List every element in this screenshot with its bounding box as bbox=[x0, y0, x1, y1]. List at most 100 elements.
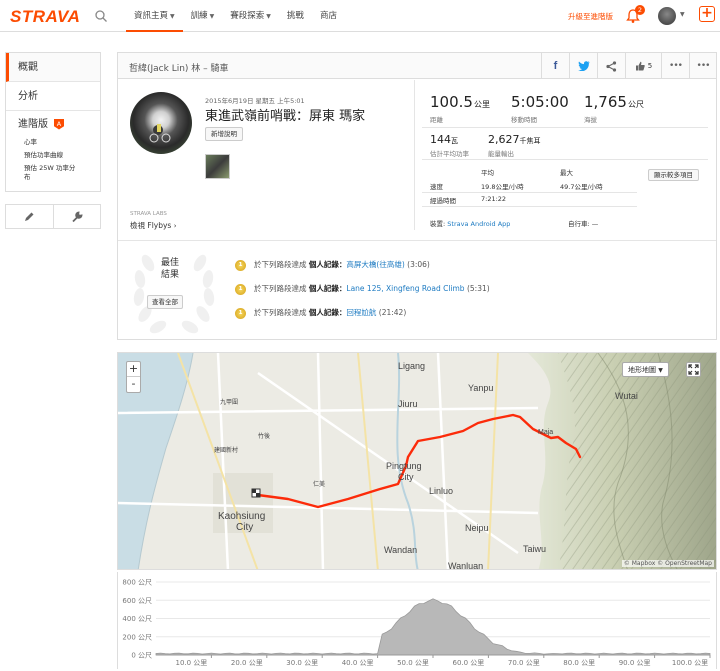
more-options-icon: ••• bbox=[696, 61, 711, 71]
x-tick-label: 10.0 公里 bbox=[175, 659, 207, 667]
stat-moving-time-label: 移動時間 bbox=[511, 116, 537, 124]
device-link[interactable]: Strava Android App bbox=[447, 220, 510, 228]
share-facebook-button[interactable]: f bbox=[541, 53, 569, 79]
divider bbox=[422, 206, 637, 207]
map-type-dropdown[interactable]: 地形地圖 ▼ bbox=[622, 362, 669, 377]
map-label: Taiwu bbox=[523, 544, 547, 554]
chevron-down-icon: ▼ bbox=[658, 367, 663, 374]
map-label: City bbox=[236, 522, 254, 533]
nav-store[interactable]: 商店 bbox=[312, 0, 345, 32]
segment-link[interactable]: 高屏大橋(往高雄) bbox=[346, 260, 404, 269]
route-map[interactable]: Ligang Yanpu Jiuru Wutai Pingtung City L… bbox=[117, 352, 717, 570]
sidebar-item-overview[interactable]: 概觀 bbox=[6, 53, 100, 82]
view-all-button[interactable]: 查看全部 bbox=[147, 295, 183, 309]
sidebar-subitem-heartrate[interactable]: 心率 bbox=[6, 138, 100, 147]
map-label: Jiuru bbox=[398, 399, 418, 409]
nav-training[interactable]: 訓練 ▼ bbox=[183, 0, 223, 32]
show-more-button[interactable]: 顯示較多項目 bbox=[648, 169, 699, 181]
add-description-button[interactable]: 新增說明 bbox=[205, 127, 243, 141]
activity-header-title: 哲緯(Jack Lin) 林 – 騎車 bbox=[129, 64, 229, 74]
y-tick-label: 800 公尺 bbox=[122, 579, 152, 587]
chevron-down-icon[interactable]: ▼ bbox=[680, 11, 685, 18]
elevation-chart: 800 公尺 600 公尺 400 公尺 200 公尺 0 公尺 10.0 公里 20.0 … bbox=[122, 579, 711, 667]
premium-shield-icon: A bbox=[54, 118, 64, 130]
stat-energy-label: 能量輸出 bbox=[488, 150, 514, 158]
share-twitter-button[interactable] bbox=[569, 53, 597, 79]
stat-distance-label: 距離 bbox=[430, 116, 443, 124]
chevron-down-icon: ▼ bbox=[209, 13, 215, 20]
sidebar-item-analysis[interactable]: 分析 bbox=[6, 82, 100, 111]
energy-value: 2,627 bbox=[488, 133, 520, 146]
nav-dashboard[interactable]: 資訊主頁 ▼ bbox=[126, 0, 183, 32]
notification-badge: 2 bbox=[635, 5, 645, 15]
kudos-button[interactable]: 5 bbox=[625, 53, 661, 79]
more-actions-button[interactable]: ••• bbox=[661, 53, 689, 79]
pr-label: 個人記錄： bbox=[308, 260, 347, 269]
card-header: 哲緯(Jack Lin) 林 – 騎車 f 5 ••• ••• bbox=[118, 53, 716, 79]
share-button[interactable] bbox=[597, 53, 625, 79]
chevron-right-icon: › bbox=[173, 222, 177, 230]
distance-unit: 公里 bbox=[473, 100, 490, 109]
x-tick-label: 40.0 公里 bbox=[342, 659, 374, 667]
zoom-in-button[interactable]: + bbox=[127, 362, 140, 377]
list-item: 1 於下列路段達成 個人記錄：高屏大橋(往高雄) (3:06) bbox=[235, 259, 430, 273]
nav-label: 商店 bbox=[319, 11, 337, 21]
strava-logo[interactable]: STRAVA bbox=[10, 7, 80, 27]
user-avatar[interactable] bbox=[658, 7, 676, 25]
stat-power-label: 估計平均功率 bbox=[430, 150, 469, 158]
map-label: Wandan bbox=[384, 545, 418, 555]
strava-labs-label: STRAVA LABS bbox=[130, 211, 167, 217]
zoom-out-button[interactable]: - bbox=[127, 377, 140, 392]
elevation-profile[interactable]: 800 公尺 600 公尺 400 公尺 200 公尺 0 公尺 10.0 公里 20.0 … bbox=[117, 572, 717, 669]
table-cell-speed-max: 49.7公里/小時 bbox=[560, 183, 603, 191]
sidebar-item-label: 進階版 bbox=[18, 119, 48, 130]
zoom-control: + - bbox=[126, 361, 141, 393]
upgrade-link[interactable]: 升級至進階版 bbox=[568, 11, 613, 22]
sidebar-item-premium[interactable]: 進階版 A bbox=[6, 111, 100, 138]
divider bbox=[118, 240, 716, 241]
stat-distance-value: 100.5公里 bbox=[430, 93, 490, 111]
bike-info: 自行車: — bbox=[568, 218, 598, 228]
segment-link[interactable]: 回程尬航 bbox=[346, 308, 376, 317]
nav-challenges[interactable]: 挑戰 bbox=[279, 0, 312, 32]
activity-photo-thumbnail[interactable] bbox=[205, 154, 230, 179]
elevation-unit: 公尺 bbox=[627, 100, 644, 109]
sidebar-subitem-power-distribution[interactable]: 預估 25W 功率分布 bbox=[6, 164, 76, 182]
chevron-down-icon: ▼ bbox=[266, 13, 271, 20]
map-label: Pingtung bbox=[386, 461, 422, 471]
table-header-avg: 平均 bbox=[481, 169, 494, 177]
sidebar-subitem-power-curve[interactable]: 預估功率曲線 bbox=[6, 151, 100, 160]
distance-value: 100.5 bbox=[430, 93, 473, 111]
athlete-avatar[interactable] bbox=[130, 92, 192, 154]
ellipsis-icon: ••• bbox=[669, 61, 683, 71]
fullscreen-button[interactable] bbox=[686, 362, 701, 377]
thumbs-up-icon bbox=[635, 61, 645, 71]
x-tick-label: 70.0 公里 bbox=[508, 659, 540, 667]
map-label: City bbox=[398, 472, 414, 482]
pr-prefix: 於下列路段達成 bbox=[254, 260, 307, 269]
y-tick-label: 400 公尺 bbox=[122, 615, 152, 623]
pr-label: 個人記錄： bbox=[308, 308, 347, 317]
table-cell-speed-avg: 19.8公里/小時 bbox=[481, 183, 524, 191]
energy-unit: 千焦耳 bbox=[519, 137, 541, 145]
pr-time: (21:42) bbox=[378, 308, 407, 317]
activity-summary-card: 哲緯(Jack Lin) 林 – 騎車 f 5 ••• ••• 2015年6月1… bbox=[117, 52, 717, 340]
more-actions-button[interactable]: ••• bbox=[689, 53, 716, 79]
x-tick-label: 60.0 公里 bbox=[452, 659, 484, 667]
divider bbox=[422, 159, 708, 160]
upload-plus-button[interactable]: + bbox=[699, 6, 715, 22]
y-tick-label: 0 公尺 bbox=[131, 652, 152, 660]
edit-button[interactable] bbox=[6, 205, 54, 228]
activity-sidebar: 概觀 分析 進階版 A 心率 預估功率曲線 預估 25W 功率分布 bbox=[5, 52, 101, 192]
y-tick-label: 600 公尺 bbox=[122, 597, 152, 605]
y-tick-label: 200 公尺 bbox=[122, 633, 152, 641]
search-icon[interactable] bbox=[94, 9, 108, 23]
map-label: Linluo bbox=[429, 486, 454, 496]
nav-explore[interactable]: 賽段探索 ▼ bbox=[222, 0, 279, 32]
stat-energy-value: 2,627千焦耳 bbox=[488, 133, 541, 146]
map-label: 九甲圍 bbox=[220, 400, 239, 406]
actions-button[interactable] bbox=[54, 205, 101, 228]
table-row-label: 經過時間 bbox=[430, 197, 456, 205]
flybys-link[interactable]: 檢視 Flybys › bbox=[130, 220, 177, 231]
segment-link[interactable]: Lane 125, Xingfeng Road Climb bbox=[346, 284, 464, 293]
